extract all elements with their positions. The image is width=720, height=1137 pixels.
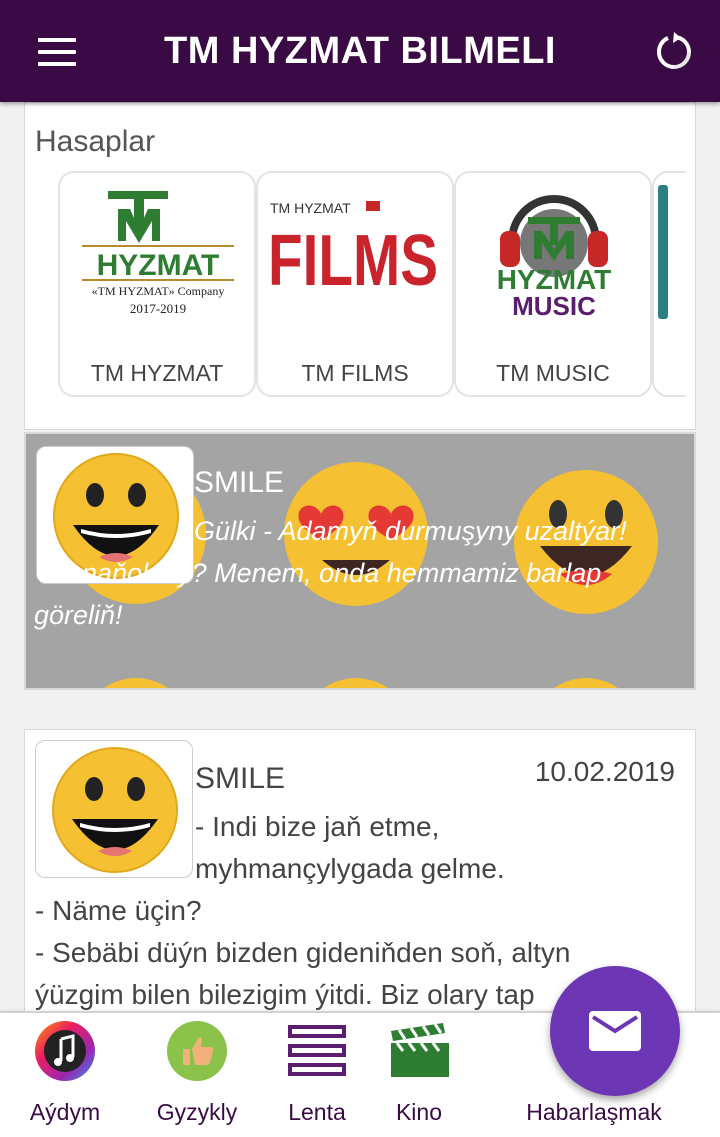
app-title: TM HYZMAT BILMELI: [164, 29, 556, 72]
featured-text: Gülki - Adamyň durmuşyny uzaltýar! Ynana…: [34, 516, 627, 630]
clapperboard-icon: [391, 1023, 449, 1077]
hamburger-icon[interactable]: [28, 30, 84, 74]
section-title: Hasaplar: [35, 125, 156, 158]
svg-text:MUSIC: MUSIC: [512, 291, 596, 321]
nav-item-lenta[interactable]: Lenta: [266, 1013, 368, 1137]
featured-author: SMILE: [194, 466, 285, 499]
music-note-icon: [35, 1021, 95, 1081]
post-line: myhmançylygada gelme.: [195, 853, 505, 884]
contact-fab[interactable]: [550, 966, 680, 1096]
nav-label: Aýdym: [29, 1099, 101, 1125]
accounts-carousel[interactable]: HYZMAT «TM HYZMAT» Company 2017-2019 TM …: [58, 171, 686, 397]
account-label: TM FILMS: [301, 360, 409, 386]
account-label: TM HYZMAT: [90, 360, 224, 386]
nav-label: Lenta: [288, 1099, 346, 1125]
post-line: - Näme üçin?: [35, 895, 202, 926]
refresh-icon[interactable]: [650, 28, 698, 76]
post-author: SMILE: [195, 762, 286, 795]
account-card-tm-music[interactable]: HYZMAT MUSIC TM MUSIC: [454, 171, 652, 397]
tm-music-logo: HYZMAT MUSIC: [497, 195, 611, 321]
list-icon: [288, 1025, 346, 1076]
tm-films-logo: TM HYZMAT FILMS: [268, 200, 438, 301]
svg-text:HYZMAT: HYZMAT: [97, 249, 220, 282]
svg-text:FILMS: FILMS: [268, 221, 438, 301]
account-label: TM MUSIC: [496, 360, 610, 386]
post-line: - Indi bize jaň etme,: [195, 811, 440, 842]
mail-icon: [589, 1011, 641, 1051]
svg-text:2017-2019: 2017-2019: [130, 301, 186, 316]
post-date: 10.02.2019: [534, 756, 675, 787]
account-card-partial[interactable]: [652, 171, 686, 397]
top-app-bar: TM HYZMAT BILMELI: [0, 0, 720, 102]
nav-item-kino[interactable]: Kino: [370, 1013, 468, 1137]
account-card-tm-films[interactable]: TM HYZMAT FILMS TM FILMS: [256, 171, 454, 397]
svg-text:TM HYZMAT: TM HYZMAT: [270, 200, 351, 216]
nav-label: Kino: [395, 1099, 443, 1125]
tm-hyzmat-logo: HYZMAT «TM HYZMAT» Company 2017-2019: [82, 191, 234, 316]
thumbs-up-icon: [167, 1021, 227, 1081]
svg-text:«TM HYZMAT» Company: «TM HYZMAT» Company: [92, 284, 225, 298]
post-line: - Sebäbi düýn bizden gideniňden soň, alt…: [35, 937, 571, 968]
featured-post-card[interactable]: SMILE Gülki - Adamyň durmuşyny uzaltýar!…: [24, 432, 696, 690]
nav-item-gyzykly[interactable]: Gyzykly: [146, 1013, 248, 1137]
nav-label: Habarlaşmak: [526, 1099, 662, 1125]
account-card-tm-hyzmat[interactable]: HYZMAT «TM HYZMAT» Company 2017-2019 TM …: [58, 171, 256, 397]
nav-item-aydym[interactable]: Aýdym: [14, 1013, 116, 1137]
accounts-section: Hasaplar HYZMAT «TM HYZMAT» Company 2017…: [24, 102, 696, 430]
nav-label: Gyzykly: [156, 1099, 238, 1125]
app-screen: TM HYZMAT BILMELI Hasaplar HYZMAT «TM HY…: [0, 0, 720, 1137]
